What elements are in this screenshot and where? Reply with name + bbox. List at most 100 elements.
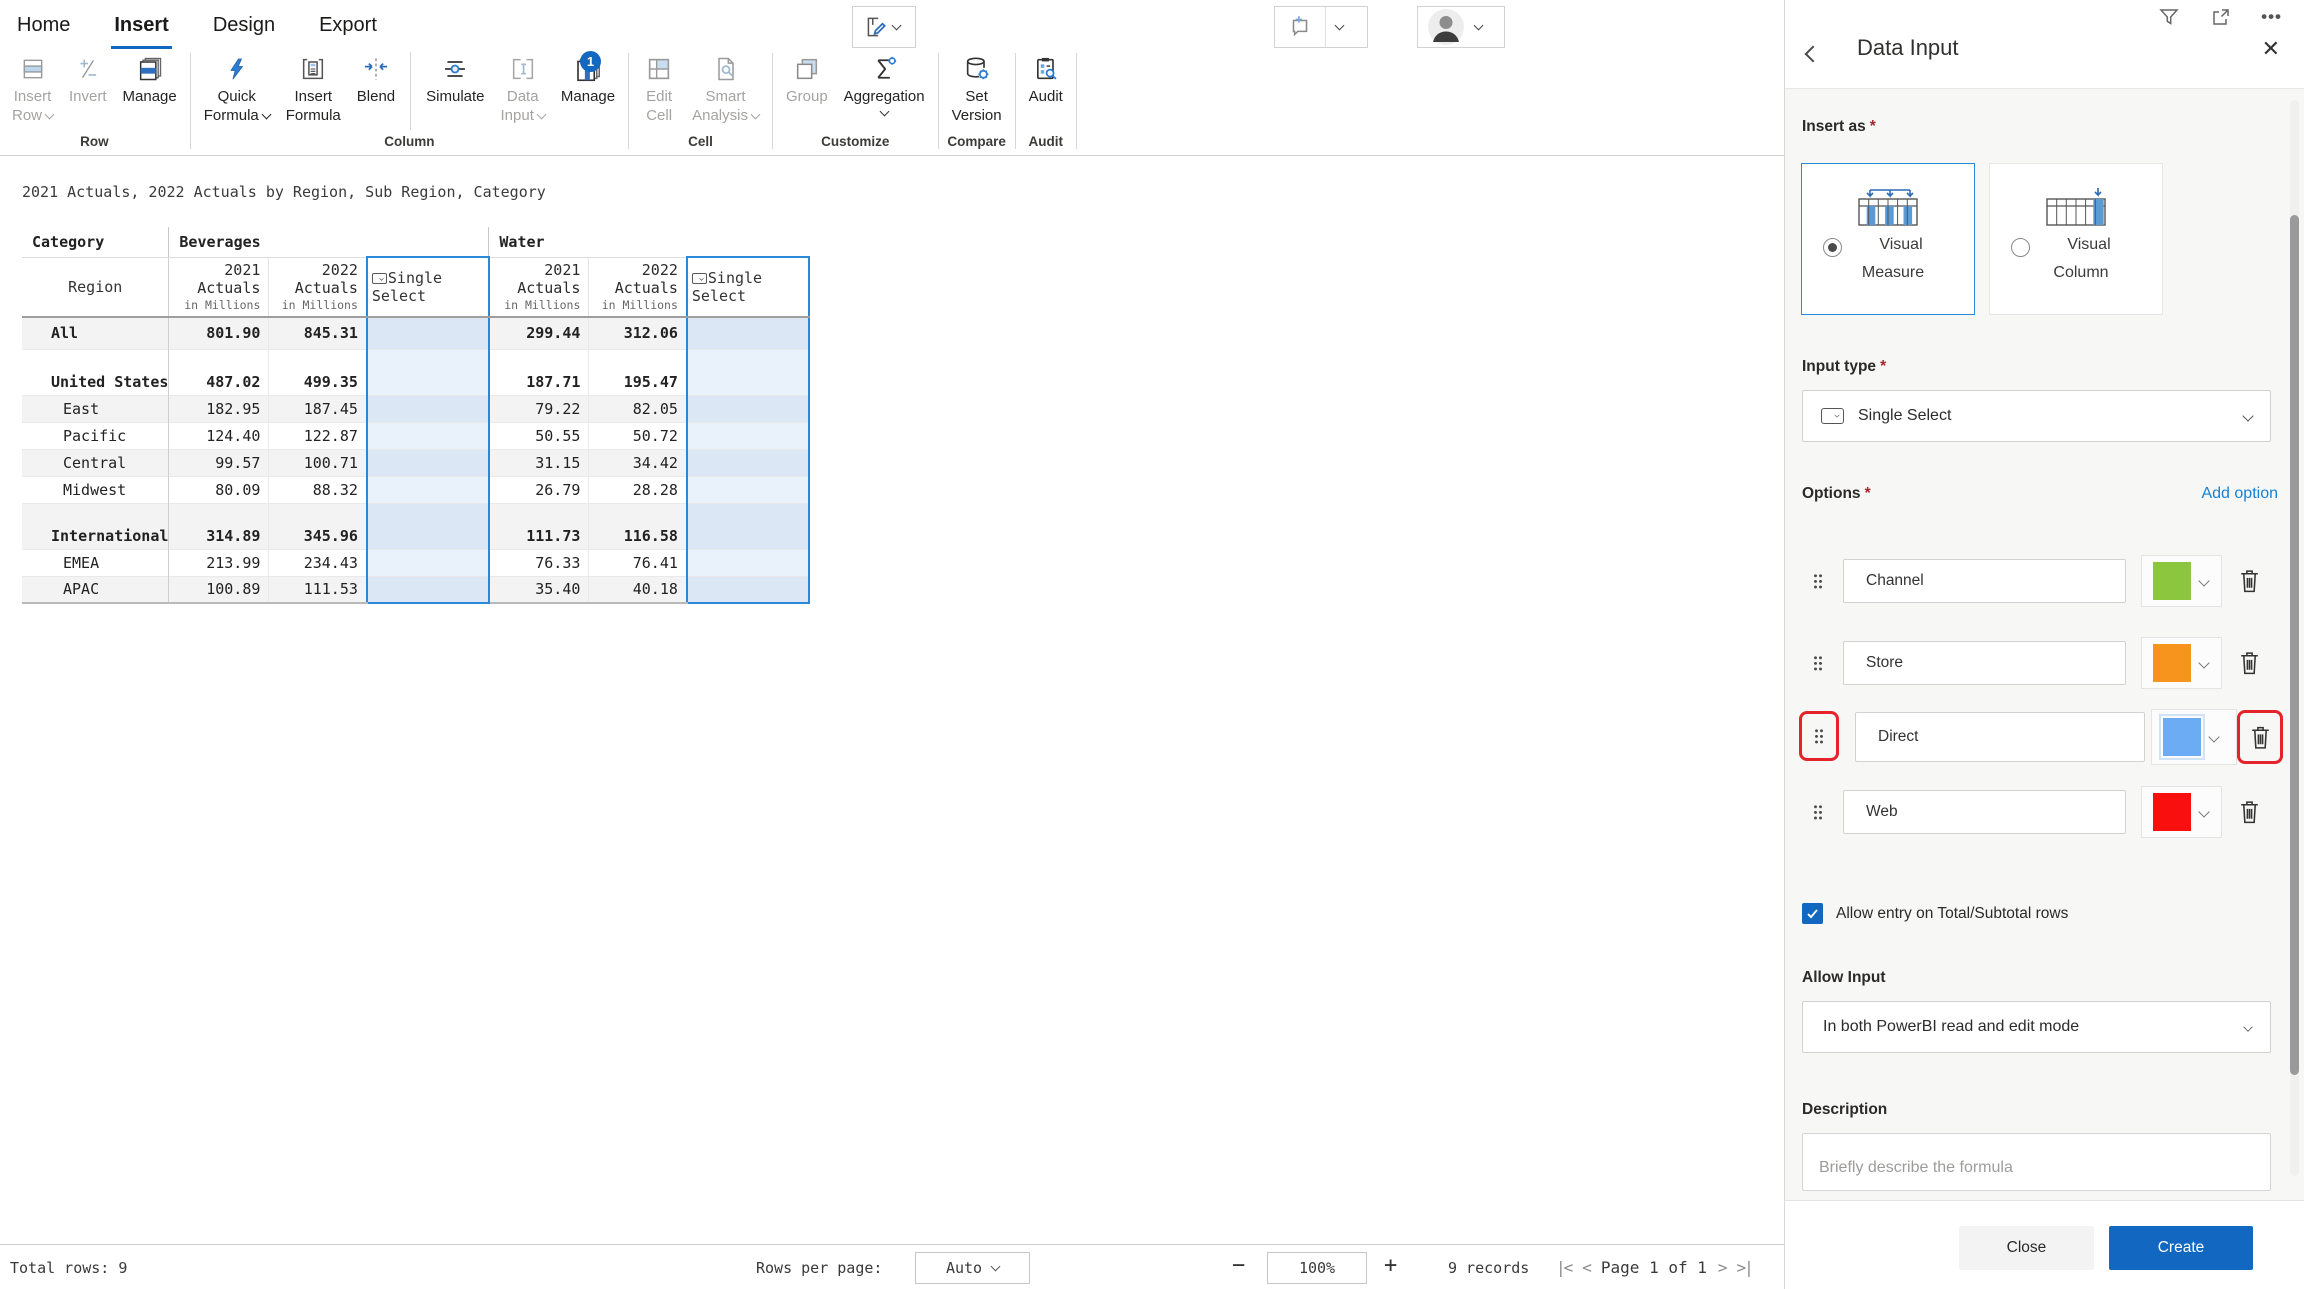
zoom-level-field[interactable]: 100% — [1267, 1252, 1367, 1284]
single-select-cell[interactable] — [367, 476, 489, 503]
single-select-cell[interactable] — [367, 449, 489, 476]
insert-formula-button[interactable]: Insert Formula — [278, 50, 349, 125]
group-label-customize: Customize — [778, 134, 933, 152]
tab-insert[interactable]: Insert — [114, 14, 168, 43]
single-select-cell[interactable] — [687, 476, 809, 503]
smart-analysis-button[interactable]: Smart Analysis — [684, 50, 767, 125]
zoom-in-button[interactable]: + — [1384, 1253, 1397, 1278]
first-page-button[interactable]: |< — [1556, 1258, 1571, 1277]
delete-option-icon[interactable] — [2237, 799, 2262, 826]
drag-handle-icon[interactable] — [1813, 804, 1823, 820]
insert-as-visual-column[interactable]: Visual Column — [1989, 163, 2163, 315]
close-button[interactable]: Close — [1959, 1226, 2094, 1270]
smart-analysis-icon — [712, 53, 740, 85]
option-name-input[interactable] — [1843, 559, 2126, 603]
tab-export[interactable]: Export — [319, 14, 377, 43]
option-name-input[interactable] — [1843, 641, 2126, 685]
drag-handle-icon[interactable] — [1813, 655, 1823, 671]
simulate-button[interactable]: Simulate — [418, 50, 492, 106]
delete-option-icon[interactable] — [2248, 724, 2273, 751]
single-select-cell[interactable] — [687, 422, 809, 449]
manage-row-button[interactable]: Manage — [115, 50, 185, 106]
header-bev-single-select[interactable]: Single Select — [367, 257, 489, 317]
checkbox-checked-icon[interactable] — [1802, 903, 1823, 924]
allow-totals-checkbox-row[interactable]: Allow entry on Total/Subtotal rows — [1802, 903, 2068, 924]
drag-handle-icon[interactable] — [1813, 573, 1823, 589]
more-options-icon[interactable]: ••• — [2261, 7, 2282, 27]
chevron-down-icon — [2198, 806, 2209, 817]
edit-pencil-icon — [863, 14, 889, 40]
audit-button[interactable]: Audit — [1021, 50, 1071, 106]
single-select-cell[interactable] — [367, 576, 489, 603]
blend-button[interactable]: Blend — [349, 50, 403, 106]
allow-input-label: Allow Input — [1802, 969, 1886, 987]
panel-scrollbar-thumb[interactable] — [2290, 215, 2299, 1075]
option-name-input[interactable] — [1843, 790, 2126, 834]
single-select-cell[interactable] — [687, 395, 809, 422]
rows-per-page-select[interactable]: Auto — [915, 1252, 1030, 1284]
quick-formula-button[interactable]: Quick Formula — [196, 50, 278, 125]
edit-visual-button[interactable] — [852, 6, 916, 48]
prev-page-button[interactable]: < — [1582, 1258, 1590, 1277]
invert-button[interactable]: Invert — [61, 50, 115, 106]
ribbon: Home Insert Design Export — [0, 0, 1784, 156]
delete-option-icon[interactable] — [2237, 568, 2262, 595]
quick-formula-icon — [225, 53, 249, 85]
single-select-cell[interactable] — [367, 549, 489, 576]
single-select-cell[interactable] — [687, 349, 809, 395]
insert-row-button[interactable]: Insert Row — [4, 50, 61, 125]
header-wat-single-select[interactable]: Single Select — [687, 257, 809, 317]
input-type-select[interactable]: Single Select — [1802, 390, 2271, 442]
aggregation-button[interactable]: Aggregation — [836, 50, 933, 115]
panel-title: Data Input — [1857, 35, 1959, 61]
status-bar: Total rows: 9 Rows per page: Auto − 100%… — [0, 1244, 1784, 1289]
color-swatch — [2153, 793, 2191, 831]
data-input-button[interactable]: Data Input — [493, 50, 553, 125]
group-label-column: Column — [196, 134, 623, 152]
table-row: United States 487.02 499.35 187.71 195.4… — [22, 349, 809, 395]
add-option-link[interactable]: Add option — [2201, 485, 2278, 503]
option-color-picker[interactable] — [2141, 786, 2222, 838]
table-row: Pacific 124.40 122.87 50.55 50.72 — [22, 422, 809, 449]
single-select-cell[interactable] — [367, 395, 489, 422]
chevron-down-icon — [2198, 657, 2209, 668]
chevron-down-icon — [2243, 1022, 2253, 1032]
single-select-cell[interactable] — [687, 503, 809, 549]
tab-design[interactable]: Design — [213, 14, 275, 43]
set-version-button[interactable]: Set Version — [944, 50, 1010, 125]
tab-home[interactable]: Home — [17, 14, 70, 43]
single-select-cell[interactable] — [367, 349, 489, 395]
option-name-input[interactable] — [1855, 712, 2145, 762]
last-page-button[interactable]: >| — [1737, 1258, 1752, 1277]
manage-column-button[interactable]: 1 Manage — [553, 50, 623, 106]
delete-option-icon[interactable] — [2237, 650, 2262, 677]
close-icon[interactable]: ✕ — [2262, 36, 2280, 62]
account-avatar-button[interactable] — [1417, 6, 1505, 48]
insert-as-visual-measure[interactable]: Visual Measure — [1801, 163, 1975, 315]
single-select-cell[interactable] — [367, 422, 489, 449]
option-color-picker[interactable] — [2141, 555, 2222, 607]
single-select-cell[interactable] — [687, 317, 809, 349]
drag-handle-icon[interactable] — [1814, 728, 1824, 744]
add-comment-button[interactable] — [1274, 6, 1368, 48]
data-input-panel: ••• Data Input ✕ Insert as* Visual Measu… — [1784, 0, 2304, 1289]
description-input[interactable] — [1802, 1133, 2271, 1191]
zoom-out-button[interactable]: − — [1232, 1253, 1245, 1278]
edit-cell-button[interactable]: Edit Cell — [634, 50, 684, 125]
back-icon[interactable] — [1805, 46, 1822, 63]
option-color-picker[interactable] — [2151, 709, 2237, 765]
chevron-down-icon — [2208, 731, 2219, 742]
color-swatch — [2163, 718, 2201, 756]
group-button[interactable]: Group — [778, 50, 836, 106]
create-button[interactable]: Create — [2109, 1226, 2253, 1270]
option-color-picker[interactable] — [2141, 637, 2222, 689]
header-wat-2021: 2021 Actualsin Millions — [489, 257, 589, 317]
header-bev-2022: 2022 Actualsin Millions — [269, 257, 367, 317]
single-select-cell[interactable] — [687, 449, 809, 476]
next-page-button[interactable]: > — [1718, 1258, 1726, 1277]
single-select-cell[interactable] — [367, 317, 489, 349]
allow-input-select[interactable]: In both PowerBI read and edit mode — [1802, 1001, 2271, 1053]
single-select-cell[interactable] — [367, 503, 489, 549]
single-select-cell[interactable] — [687, 549, 809, 576]
single-select-cell[interactable] — [687, 576, 809, 603]
